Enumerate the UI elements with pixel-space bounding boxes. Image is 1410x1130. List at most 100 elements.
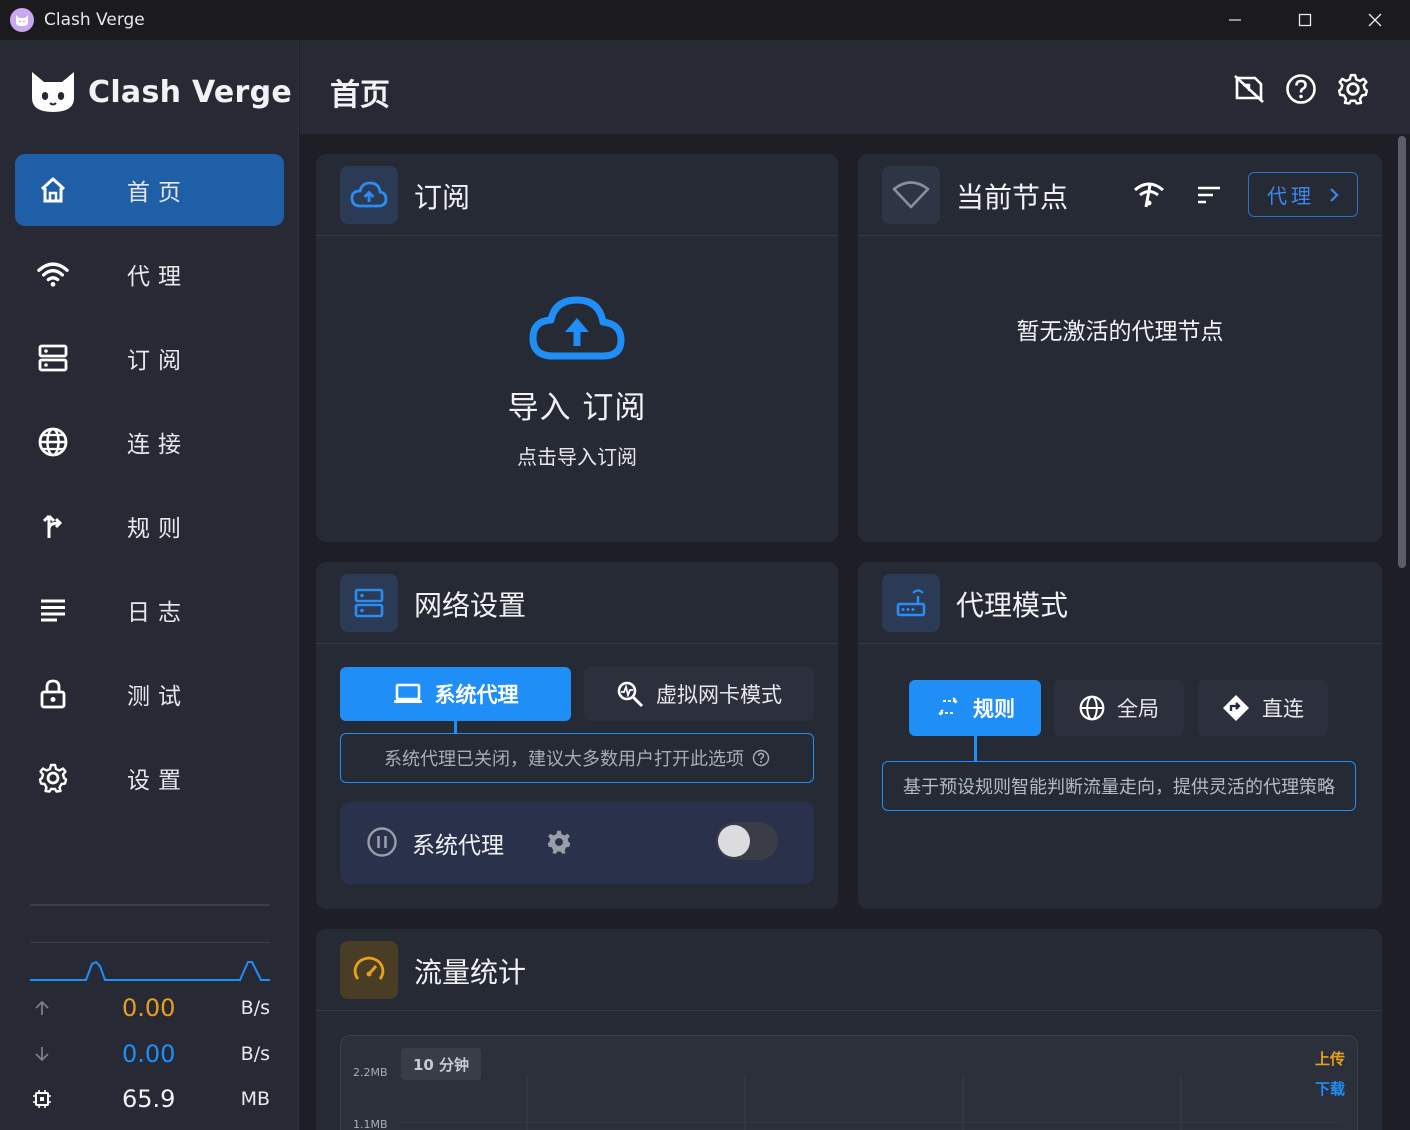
memory-chip-icon (32, 1089, 52, 1109)
nav-item-logs[interactable]: 日志 (15, 574, 284, 646)
subscription-card-header: 订阅 (316, 154, 838, 236)
traffic-mini-chart (30, 960, 270, 981)
system-proxy-hint: 系统代理已关闭，建议大多数用户打开此选项 (340, 733, 814, 783)
upload-speed-value: 0.00 (122, 994, 176, 1022)
go-to-proxy-button[interactable]: 代理 (1248, 172, 1358, 217)
title-bar: Clash Verge (0, 0, 1410, 40)
system-proxy-row-label: 系统代理 (412, 833, 504, 859)
router-icon (882, 574, 940, 632)
tun-mode-tab-label: 虚拟网卡模式 (656, 683, 782, 707)
traffic-chart: 10 分钟 2.2MB 1.1MB 上传 下载 (340, 1035, 1358, 1130)
nav-label-settings: 设置 (127, 768, 189, 794)
subscription-card: 订阅 导入 订阅 点击导入订阅 (316, 154, 838, 542)
page-title: 首页 (330, 78, 390, 113)
nav-menu: 首页 代理 订阅 连接 规则 日志 测试 设置 (15, 154, 284, 826)
current-node-card: 当前节点 代理 暂无激活的代理节点 (858, 154, 1382, 542)
current-node-card-header: 当前节点 代理 (858, 154, 1382, 236)
sidebar-divider (30, 904, 270, 906)
scrollbar-thumb[interactable] (1398, 136, 1406, 568)
import-subtitle: 点击导入订阅 (517, 445, 637, 469)
no-active-node-text: 暂无激活的代理节点 (1016, 319, 1224, 345)
traffic-stats-card: 流量统计 10 分钟 2.2MB 1.1MB 上传 下载 (316, 929, 1382, 1130)
network-search-icon (617, 681, 644, 708)
window-title: Clash Verge (44, 10, 145, 30)
traffic-stats-card-header: 流量统计 (316, 929, 1382, 1011)
nav-label-rules: 规则 (127, 516, 189, 542)
mode-rule-label: 规则 (973, 697, 1015, 721)
logo-text: Clash Verge (88, 74, 293, 110)
nav-item-settings[interactable]: 设置 (15, 742, 284, 814)
arrow-up-icon (32, 999, 52, 1017)
download-speed-unit: B/s (240, 1043, 270, 1065)
mode-direct-button[interactable]: 直连 (1198, 680, 1328, 736)
nav-item-test[interactable]: 测试 (15, 658, 284, 730)
upload-speed-row: 0.00 B/s (30, 988, 270, 1028)
system-proxy-row: 系统代理 (340, 802, 814, 884)
nav-label-logs: 日志 (127, 600, 189, 626)
laptop-icon (393, 683, 422, 703)
app-cat-icon (10, 8, 34, 32)
network-settings-card: 网络设置 系统代理 虚拟网卡模式 系统代理已关闭，建议大多数用户打开此选项 系统… (316, 562, 838, 909)
cloud-upload-icon (529, 296, 625, 360)
swap-arrows-icon (937, 697, 959, 717)
globe-icon (37, 427, 69, 457)
y-axis-mid-label: 1.1MB (353, 1118, 388, 1130)
sort-button[interactable] (1188, 174, 1230, 216)
proxy-mode-hint: 基于预设规则智能判断流量走向，提供灵活的代理策略 (882, 761, 1356, 811)
maximize-button[interactable] (1270, 0, 1340, 40)
tun-mode-tab[interactable]: 虚拟网卡模式 (584, 667, 814, 721)
system-proxy-toggle[interactable] (716, 822, 778, 860)
network-check-icon (1134, 182, 1164, 207)
download-speed-value: 0.00 (122, 1040, 176, 1068)
legend-download[interactable]: 下载 (1315, 1078, 1345, 1099)
memory-value: 65.9 (122, 1085, 176, 1113)
app-logo: Clash Verge (30, 70, 292, 114)
header-settings-button[interactable] (1336, 72, 1370, 106)
proxy-mode-card: 代理模式 规则 全局 直连 基于预设规则智能判断流量走向，提供灵活的代理策略 (858, 562, 1382, 909)
arrow-down-icon (32, 1045, 52, 1063)
proxy-mode-card-header: 代理模式 (858, 562, 1382, 644)
nav-label-test: 测试 (127, 684, 189, 710)
main-scrollbar[interactable] (1396, 136, 1408, 1130)
minimize-button[interactable] (1200, 0, 1270, 40)
nav-label-connections: 连接 (127, 432, 189, 458)
sidebar: Clash Verge 首页 代理 订阅 连接 规则 日志 测试 设置 0.00… (0, 40, 299, 1130)
mode-global-label: 全局 (1117, 697, 1159, 721)
wifi-icon (37, 260, 69, 288)
delay-test-button[interactable] (1128, 174, 1170, 216)
settings-gear-icon (1337, 73, 1369, 105)
proxy-mode-card-title: 代理模式 (956, 589, 1069, 622)
nav-label-home: 首页 (127, 180, 189, 206)
nav-item-rules[interactable]: 规则 (15, 490, 284, 562)
upload-speed-unit: B/s (240, 997, 270, 1019)
system-proxy-tab[interactable]: 系统代理 (340, 667, 571, 721)
clear-connections-button[interactable] (1232, 72, 1266, 106)
subscription-card-title: 订阅 (414, 181, 471, 214)
mode-rule-button[interactable]: 规则 (909, 680, 1041, 736)
nav-label-proxy: 代理 (127, 264, 189, 290)
speedometer-icon (340, 941, 398, 999)
proxy-mode-hint-text: 基于预设规则智能判断流量走向，提供灵活的代理策略 (903, 777, 1335, 798)
proxy-settings-gear-icon[interactable] (546, 829, 572, 855)
list-icon (37, 596, 69, 624)
import-title: 导入 订阅 (507, 390, 647, 426)
legend-upload[interactable]: 上传 (1315, 1048, 1345, 1069)
nav-item-home[interactable]: 首页 (15, 154, 284, 226)
help-button[interactable] (1284, 72, 1318, 106)
tab-connector (454, 721, 457, 733)
time-range-chip[interactable]: 10 分钟 (401, 1048, 481, 1080)
toggle-knob (718, 825, 750, 857)
system-proxy-hint-text: 系统代理已关闭，建议大多数用户打开此选项 (384, 749, 744, 770)
nav-item-proxy[interactable]: 代理 (15, 238, 284, 310)
nav-item-subscription[interactable]: 订阅 (15, 322, 284, 394)
close-button[interactable] (1340, 0, 1410, 40)
nav-item-connections[interactable]: 连接 (15, 406, 284, 478)
help-icon (1286, 74, 1316, 104)
import-subscription-area[interactable]: 导入 订阅 点击导入订阅 (316, 294, 838, 470)
mode-global-button[interactable]: 全局 (1054, 680, 1184, 736)
stop-sign-icon (1234, 75, 1264, 103)
lock-icon (37, 679, 69, 709)
pause-circle-icon (367, 827, 397, 857)
cloud-upload-small-icon (340, 166, 398, 224)
traffic-chart-grid (401, 1076, 1341, 1130)
